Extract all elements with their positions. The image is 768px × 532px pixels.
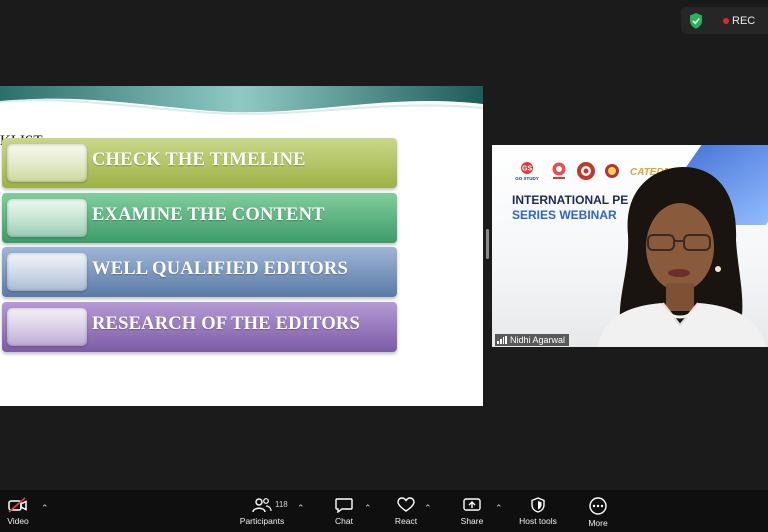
more-button[interactable]: More xyxy=(584,490,612,532)
checklist-chip xyxy=(7,199,87,237)
ppf-logo xyxy=(552,162,566,179)
video-button[interactable]: Video xyxy=(4,490,32,532)
slide-header-wave xyxy=(0,86,483,118)
participant-video-person xyxy=(598,167,766,347)
participant-video-tile[interactable]: GS GO STUDY CATEDR INTERNATIONAL PE SERI… xyxy=(492,145,768,347)
checklist-item-label: EXAMINE THE CONTENT xyxy=(92,205,325,225)
shared-screen-slide: KLIST CHECK THE TIMELINE EXAMINE THE CON… xyxy=(0,86,483,406)
checklist-item-timeline: CHECK THE TIMELINE xyxy=(2,138,397,188)
svg-text:GO STUDY: GO STUDY xyxy=(515,176,539,181)
share-button[interactable]: Share xyxy=(458,490,486,532)
split-view-divider-handle[interactable] xyxy=(486,229,489,259)
host-tools-label: Host tools xyxy=(519,516,557,526)
shield-check-icon xyxy=(690,13,702,29)
more-dots-icon xyxy=(589,497,607,515)
video-options-chevron-icon[interactable]: ⌃ xyxy=(41,503,49,514)
checklist-item-label: WELL QUALIFIED EDITORS xyxy=(92,259,348,279)
checklist-chip xyxy=(7,308,87,346)
checklist-chip xyxy=(7,144,87,182)
recording-indicator[interactable]: REC xyxy=(681,7,768,34)
chat-label: Chat xyxy=(335,516,353,526)
host-tools-button[interactable]: Host tools xyxy=(514,490,562,532)
video-label: Video xyxy=(7,516,29,526)
participant-name: Nidhi Agarwal xyxy=(510,335,566,345)
go-study-logo: GS GO STUDY xyxy=(515,162,539,181)
recording-dot-icon xyxy=(723,18,729,24)
checklist-chip xyxy=(7,253,87,291)
participant-name-tag: Nidhi Agarwal xyxy=(495,334,570,346)
shield-icon xyxy=(531,497,545,513)
participants-button[interactable]: Participants xyxy=(236,490,288,532)
meeting-toolbar: Video ⌃ Participants 118 ⌃ Chat ⌃ React … xyxy=(0,490,768,532)
participants-count: 118 xyxy=(275,500,288,509)
more-label: More xyxy=(588,518,608,528)
checklist-item-editors: WELL QUALIFIED EDITORS xyxy=(2,247,397,297)
share-label: Share xyxy=(460,516,484,526)
video-off-icon xyxy=(8,497,27,513)
participants-icon xyxy=(252,498,272,513)
chat-options-chevron-icon[interactable]: ⌃ xyxy=(364,503,372,514)
share-screen-icon xyxy=(463,498,481,511)
checklist-item-content: EXAMINE THE CONTENT xyxy=(2,193,397,243)
heart-icon xyxy=(397,497,415,512)
chat-button[interactable]: Chat xyxy=(330,490,358,532)
checklist-item-label: RESEARCH OF THE EDITORS xyxy=(92,314,360,334)
react-options-chevron-icon[interactable]: ⌃ xyxy=(424,503,432,514)
checklist-item-label: CHECK THE TIMELINE xyxy=(92,150,306,170)
participants-label: Participants xyxy=(239,516,285,526)
participants-options-chevron-icon[interactable]: ⌃ xyxy=(297,503,305,514)
checklist-item-research: RESEARCH OF THE EDITORS xyxy=(2,302,397,352)
recording-label: REC xyxy=(732,15,756,27)
connection-signal-icon xyxy=(497,336,507,344)
react-button[interactable]: React xyxy=(392,490,420,532)
svg-text:GS: GS xyxy=(522,166,532,173)
react-label: React xyxy=(394,516,418,526)
meeting-stage: REC KLIST CHECK THE TIMELINE EXAMINE THE… xyxy=(0,0,768,490)
share-options-chevron-icon[interactable]: ⌃ xyxy=(495,503,503,514)
chat-bubble-icon xyxy=(335,498,353,513)
